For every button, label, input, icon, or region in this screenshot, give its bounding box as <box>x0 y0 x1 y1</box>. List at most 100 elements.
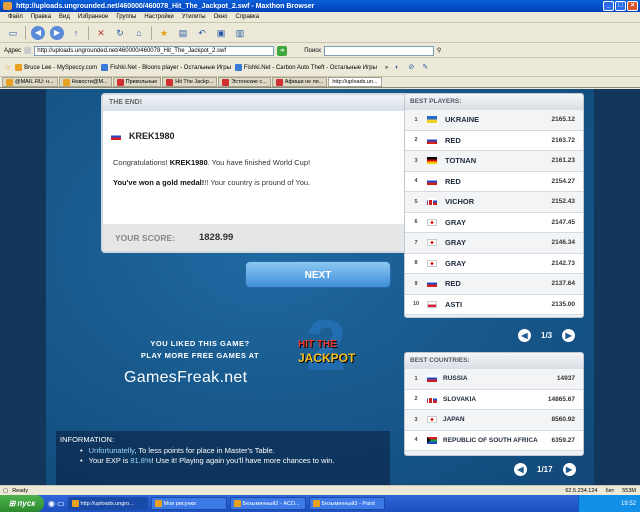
clock: 19:52 <box>620 500 636 507</box>
prev-page-icon[interactable]: ◀ <box>518 329 531 342</box>
player-row: 5 VICHOR 2152.43 <box>405 192 583 213</box>
flash-game-area[interactable]: THE END! KREK1980 Congratulations! KREK1… <box>0 89 640 485</box>
toolbar-separator <box>151 25 152 40</box>
next-button[interactable]: NEXT <box>245 261 391 288</box>
menu-tools[interactable]: Утилиты <box>182 14 206 20</box>
status-memory: 553M <box>622 487 636 494</box>
next-page-icon[interactable]: ▶ <box>562 463 576 476</box>
refresh-icon[interactable]: ↻ <box>113 26 127 40</box>
back-icon[interactable]: ◀ <box>31 25 45 40</box>
search-icon[interactable]: ⚲ <box>437 47 441 54</box>
close-button[interactable]: × <box>627 1 638 11</box>
new-page-icon[interactable]: ▭ <box>6 26 20 40</box>
home-icon[interactable]: ⌂ <box>132 26 146 40</box>
rank: 5 <box>414 198 418 205</box>
go-button[interactable]: ➜ <box>277 45 288 56</box>
links-more-icon[interactable]: » <box>385 65 388 71</box>
tab-favicon <box>116 78 124 86</box>
next-page-icon[interactable]: ▶ <box>562 329 576 342</box>
link-item[interactable]: Fishki.Net - Bloons player - Остальные И… <box>101 64 231 71</box>
tab-uploads[interactable]: http://uploads.un... <box>328 77 382 87</box>
flag-jp-icon <box>427 259 437 267</box>
name: TOTNAN <box>445 156 477 166</box>
flag-sk-icon <box>427 395 437 404</box>
menu-groups[interactable]: Группы <box>116 14 136 20</box>
menu-window[interactable]: Окно <box>214 14 228 20</box>
tab-funny[interactable]: Прикольные <box>112 77 162 87</box>
score: 2146.34 <box>551 239 576 247</box>
taskbar-item[interactable]: Мои рисунки <box>150 497 227 510</box>
quicklaunch-icon[interactable]: ◉ <box>48 499 55 508</box>
tab-posters[interactable]: Афиши не пе... <box>271 77 328 87</box>
quicklaunch-icon[interactable]: ▭ <box>57 499 65 508</box>
address-input[interactable]: http://uploads.ungrounded.net/460000/460… <box>34 45 275 56</box>
status-icon: ▢ <box>3 487 9 494</box>
gamesfreak-logo[interactable]: GamesFreak.net <box>124 369 247 387</box>
menu-help[interactable]: Справка <box>236 14 260 20</box>
main-toolbar: ▭ ◀ ▶ ↑ ✕ ↻ ⌂ ★ ▤ ↶ ▣ ▥ <box>0 23 640 43</box>
toolbar-separator <box>25 25 26 40</box>
score: 6359.27 <box>551 436 576 444</box>
congrats-text: Congratulations! KREK1980. You have fini… <box>113 158 311 167</box>
search-input[interactable] <box>323 45 434 56</box>
name: RED <box>445 279 461 289</box>
windows-taskbar: ⊞ пуск ◉ ▭ http://uploads.ungro... Мои ри… <box>0 495 640 512</box>
menu-settings[interactable]: Настройки <box>144 14 173 20</box>
score-label: YOUR SCORE: <box>115 232 175 243</box>
score-value: 1828.99 <box>198 232 234 243</box>
stop-icon[interactable]: ✕ <box>94 26 108 40</box>
tool-icon[interactable]: ⊘ <box>406 63 416 73</box>
rank: 9 <box>414 280 418 287</box>
tool-icon[interactable]: ◐ <box>392 63 402 73</box>
link-favicon <box>15 64 23 71</box>
player-row: 6 GRAY 2147.45 <box>405 212 583 233</box>
name: REPUBLIC OF SOUTH AFRICA <box>443 436 538 444</box>
taskbar-item[interactable]: Безымянный2 - ACD... <box>229 497 306 510</box>
tab-news[interactable]: Новости@M... <box>58 77 112 87</box>
link-item[interactable]: Bruce Lee - MySpeccy.com <box>15 64 97 71</box>
maximize-button[interactable]: □ <box>615 1 626 11</box>
countries-pager: ◀ 1/17 ▶ <box>514 463 576 476</box>
name: SLOVAKIA <box>443 395 477 403</box>
up-icon[interactable]: ↑ <box>69 26 83 40</box>
forward-icon[interactable]: ▶ <box>50 25 64 40</box>
flag-jp-icon <box>427 416 437 424</box>
menu-file[interactable]: Файл <box>8 14 23 20</box>
name: ASTI <box>445 299 463 309</box>
link-item[interactable]: Fishki.Net - Carbon Auto Theft - Остальн… <box>234 64 377 71</box>
address-label: Адрес <box>4 47 22 54</box>
search-label: Поиск <box>304 47 321 54</box>
name: JAPAN <box>443 416 465 424</box>
star-icon: ☆ <box>4 63 12 72</box>
task-icon <box>233 500 241 507</box>
flag-ru-icon <box>427 280 437 288</box>
tab-mail[interactable]: @MAIL.RU: н... <box>2 77 58 87</box>
tab-estonian[interactable]: Эстонские с... <box>218 77 271 87</box>
layout-icon[interactable]: ▥ <box>233 26 247 40</box>
menu-edit[interactable]: Правка <box>31 14 51 20</box>
windows-logo-icon: ⊞ <box>8 499 16 508</box>
feed-icon[interactable]: ▤ <box>176 26 190 40</box>
minimize-button[interactable]: _ <box>603 1 614 11</box>
jackpot-word-text: JACKPOT <box>298 351 356 365</box>
menu-bar: Файл Правка Вид Избранное Группы Настрой… <box>0 12 640 23</box>
status-text: Ready <box>12 487 29 494</box>
prev-page-icon[interactable]: ◀ <box>514 463 527 476</box>
screenshot-icon[interactable]: ▣ <box>214 26 228 40</box>
flag-ua-icon <box>427 116 437 124</box>
tool-icon[interactable]: ✎ <box>420 63 430 73</box>
menu-view[interactable]: Вид <box>59 14 70 20</box>
favorites-star-icon[interactable]: ★ <box>157 26 171 40</box>
score: 8560.92 <box>551 416 576 424</box>
status-coords: 62.5.234.124 <box>565 487 598 494</box>
score: 2152.43 <box>551 198 576 206</box>
start-button[interactable]: ⊞ пуск <box>0 495 44 512</box>
menu-favorites[interactable]: Избранное <box>78 14 108 20</box>
player-row: 8 GRAY 2142.73 <box>405 253 583 274</box>
taskbar-item[interactable]: Безымянный3 - Paint <box>308 497 385 510</box>
tab-hit-the-jackpot[interactable]: Hit The Jackp... <box>162 77 218 87</box>
taskbar-item[interactable]: http://uploads.ungro... <box>67 497 148 510</box>
name: RED <box>445 176 461 186</box>
undo-icon[interactable]: ↶ <box>195 26 209 40</box>
maxthon-app-icon <box>3 2 12 10</box>
